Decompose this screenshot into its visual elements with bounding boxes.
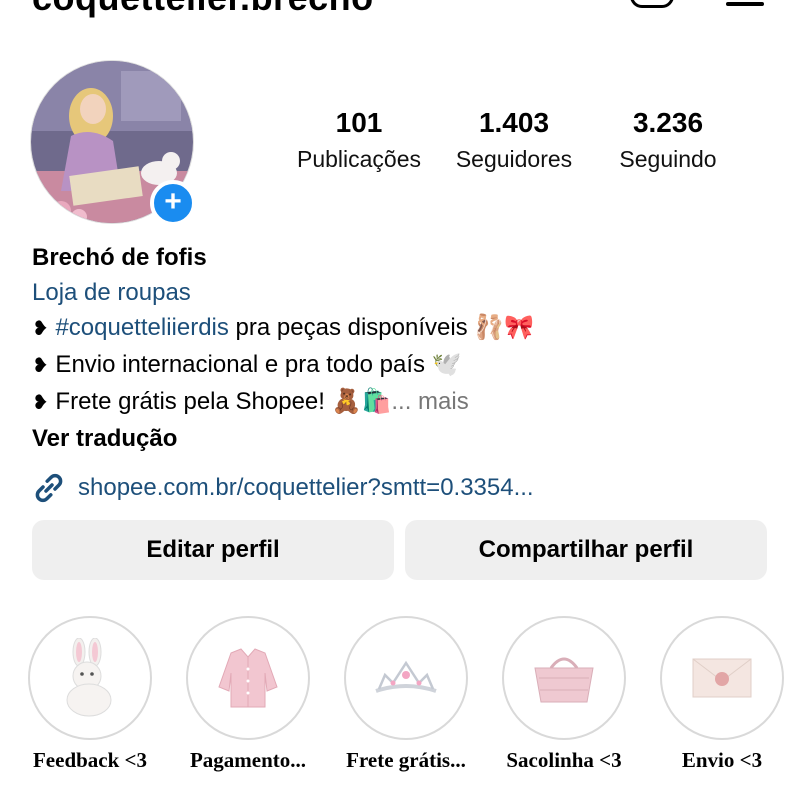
- envelope-icon: [692, 658, 752, 698]
- stat-label: Seguindo: [619, 146, 717, 172]
- highlight-cover[interactable]: [502, 616, 626, 740]
- stat-followers[interactable]: 1.403 Seguidores: [444, 106, 584, 174]
- bio-line: ❥ Envio internacional e pra todo país 🕊️: [32, 347, 772, 384]
- stat-label: Publicações: [296, 146, 422, 172]
- profile-username[interactable]: coquettelier.brecho: [32, 0, 374, 16]
- story-highlight[interactable]: Feedback <3: [28, 616, 152, 772]
- profile-bio: Brechó de fofis Loja de roupas ❥ #coquet…: [32, 240, 772, 456]
- add-content-icon[interactable]: [630, 0, 674, 8]
- highlight-label: Envio <3: [681, 748, 763, 772]
- bunny-plush-icon: [66, 638, 112, 717]
- bullet-heart-icon: ❥: [32, 392, 49, 414]
- story-highlight[interactable]: Sacolinha <3: [502, 616, 626, 772]
- external-link[interactable]: shopee.com.br/coquettelier?smtt=0.3354..…: [32, 470, 534, 506]
- translate-link[interactable]: Ver tradução: [32, 421, 772, 456]
- stat-following[interactable]: 3.236 Seguindo: [606, 106, 730, 174]
- bio-more-link[interactable]: ... mais: [391, 388, 468, 415]
- highlight-cover[interactable]: [344, 616, 468, 740]
- stat-label: Seguidores: [455, 146, 573, 172]
- highlight-cover[interactable]: [28, 616, 152, 740]
- bio-text: Frete grátis pela Shopee! 🧸🛍️: [48, 388, 392, 415]
- profile-category[interactable]: Loja de roupas: [32, 275, 772, 310]
- add-story-button[interactable]: +: [150, 180, 196, 226]
- edit-profile-button[interactable]: Editar perfil: [32, 520, 394, 580]
- highlight-label: Pagamento...: [189, 748, 307, 772]
- hamburger-menu-icon[interactable]: [726, 2, 764, 6]
- bio-line: ❥ Frete grátis pela Shopee! 🧸🛍️... mais: [32, 384, 772, 421]
- stat-value: 101: [335, 107, 383, 138]
- stat-value: 1.403: [478, 107, 550, 138]
- link-url[interactable]: shopee.com.br/coquettelier?smtt=0.3354..…: [78, 474, 534, 502]
- top-bar: coquettelier.brecho: [0, 0, 800, 20]
- stat-value: 3.236: [632, 107, 704, 138]
- highlight-label: Feedback <3: [32, 748, 148, 772]
- highlight-label: Frete grátis...: [346, 748, 466, 772]
- tiara-icon: [375, 660, 437, 693]
- highlight-cover[interactable]: [186, 616, 310, 740]
- bio-line: ❥ #coquetteliierdis pra peças disponívei…: [32, 310, 772, 347]
- basket-icon: [534, 657, 594, 703]
- highlight-label: Sacolinha <3: [506, 748, 622, 772]
- link-icon: [35, 473, 63, 503]
- bullet-heart-icon: ❥: [32, 355, 49, 377]
- story-highlight[interactable]: Frete grátis...: [344, 616, 468, 772]
- bio-hashtag-link[interactable]: #coquetteliierdis: [55, 314, 228, 341]
- story-highlight[interactable]: Pagamento...: [186, 616, 310, 772]
- profile-display-name: Brechó de fofis: [32, 244, 207, 271]
- bullet-heart-icon: ❥: [32, 318, 49, 340]
- story-highlight[interactable]: Envio <3: [660, 616, 784, 772]
- highlight-cover[interactable]: [660, 616, 784, 740]
- share-profile-button[interactable]: Compartilhar perfil: [405, 520, 767, 580]
- bio-text: Envio internacional e pra todo país 🕊️: [48, 351, 462, 378]
- pink-cardigan-icon: [218, 648, 278, 708]
- bio-text: pra peças disponíveis 🩰🎀: [228, 314, 535, 341]
- stat-posts[interactable]: 101 Publicações: [288, 106, 430, 174]
